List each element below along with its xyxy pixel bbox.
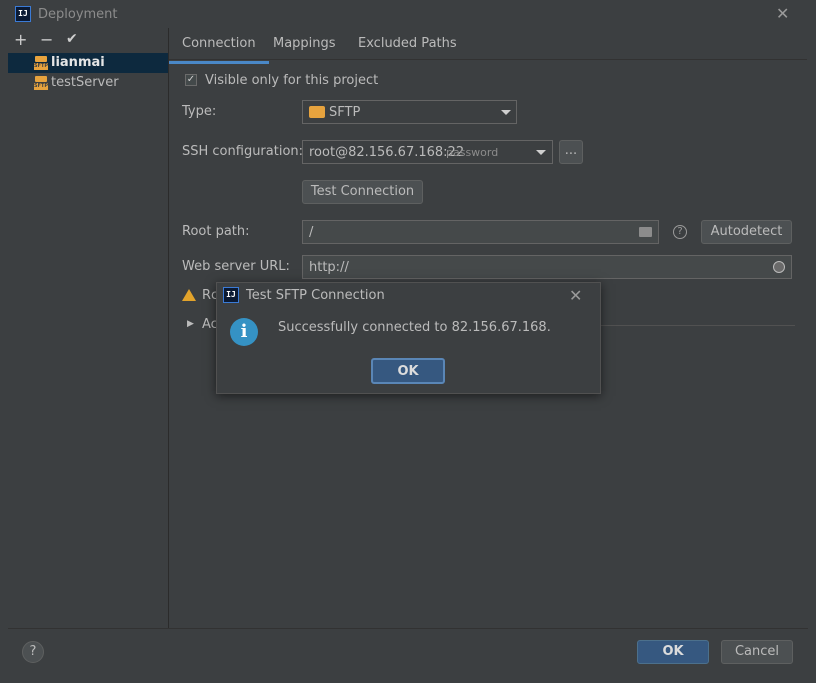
server-list-panel	[8, 28, 169, 628]
autodetect-button[interactable]: Autodetect	[701, 220, 792, 244]
sftp-icon	[309, 106, 325, 118]
type-select[interactable]: SFTP	[302, 100, 517, 124]
expand-icon[interactable]: ▶	[187, 319, 194, 329]
help-button[interactable]: ?	[22, 641, 44, 663]
add-server-button[interactable]: +	[14, 30, 27, 49]
globe-icon[interactable]	[773, 261, 785, 273]
ssh-auth-hint: password	[446, 146, 499, 159]
server-item-label: lianmai	[51, 55, 105, 70]
web-server-url-label: Web server URL:	[182, 259, 290, 274]
test-connection-button[interactable]: Test Connection	[302, 180, 423, 204]
cancel-button[interactable]: Cancel	[721, 640, 793, 664]
info-icon: i	[230, 318, 258, 346]
web-server-url-field[interactable]: http://	[302, 255, 792, 279]
test-sftp-dialog: IJ Test SFTP Connection ✕ i Successfully…	[216, 282, 601, 394]
dialog-ok-button[interactable]: OK	[371, 358, 445, 384]
footer-divider	[8, 628, 808, 629]
root-path-label: Root path:	[182, 224, 250, 239]
type-label: Type:	[182, 104, 217, 119]
dialog-message: Successfully connected to 82.156.67.168.	[278, 320, 551, 335]
server-item-lianmai[interactable]: SFTP lianmai	[8, 53, 168, 73]
remove-server-button[interactable]: −	[40, 30, 53, 49]
ssh-config-value: root@82.156.67.168:22	[309, 145, 465, 160]
tab-mappings[interactable]: Mappings	[273, 35, 336, 61]
ssh-config-label: SSH configuration:	[182, 144, 304, 159]
help-icon[interactable]: ?	[673, 225, 687, 239]
section-divider	[600, 325, 795, 326]
tab-divider	[169, 59, 807, 60]
web-server-url-value: http://	[309, 260, 349, 275]
ssh-config-select[interactable]: root@82.156.67.168:22 password	[302, 140, 553, 164]
chevron-down-icon	[536, 150, 546, 155]
tab-excluded-paths[interactable]: Excluded Paths	[358, 35, 457, 61]
window-title: Deployment	[38, 7, 118, 22]
sftp-server-icon: SFTP	[34, 76, 48, 90]
root-path-field[interactable]: /	[302, 220, 659, 244]
close-icon[interactable]: ✕	[569, 286, 582, 305]
close-icon[interactable]: ✕	[776, 4, 789, 23]
server-item-testserver[interactable]: SFTP testServer	[8, 73, 168, 93]
folder-icon[interactable]	[639, 227, 652, 237]
chevron-down-icon	[501, 110, 511, 115]
visible-only-checkbox[interactable]: ✓	[185, 74, 197, 86]
root-path-value: /	[309, 225, 314, 240]
visible-only-label: Visible only for this project	[205, 73, 379, 88]
ssh-config-more-button[interactable]: ...	[559, 140, 583, 164]
intellij-icon: IJ	[223, 287, 239, 303]
ok-button[interactable]: OK	[637, 640, 709, 664]
apply-button[interactable]: ✔	[66, 31, 78, 47]
title-bar: IJ Deployment ✕	[0, 0, 816, 28]
warning-icon	[182, 289, 196, 301]
server-item-label: testServer	[51, 75, 119, 90]
intellij-icon: IJ	[15, 6, 31, 22]
sftp-server-icon: SFTP	[34, 56, 48, 70]
dialog-title: Test SFTP Connection	[246, 288, 385, 303]
type-value: SFTP	[329, 105, 361, 120]
